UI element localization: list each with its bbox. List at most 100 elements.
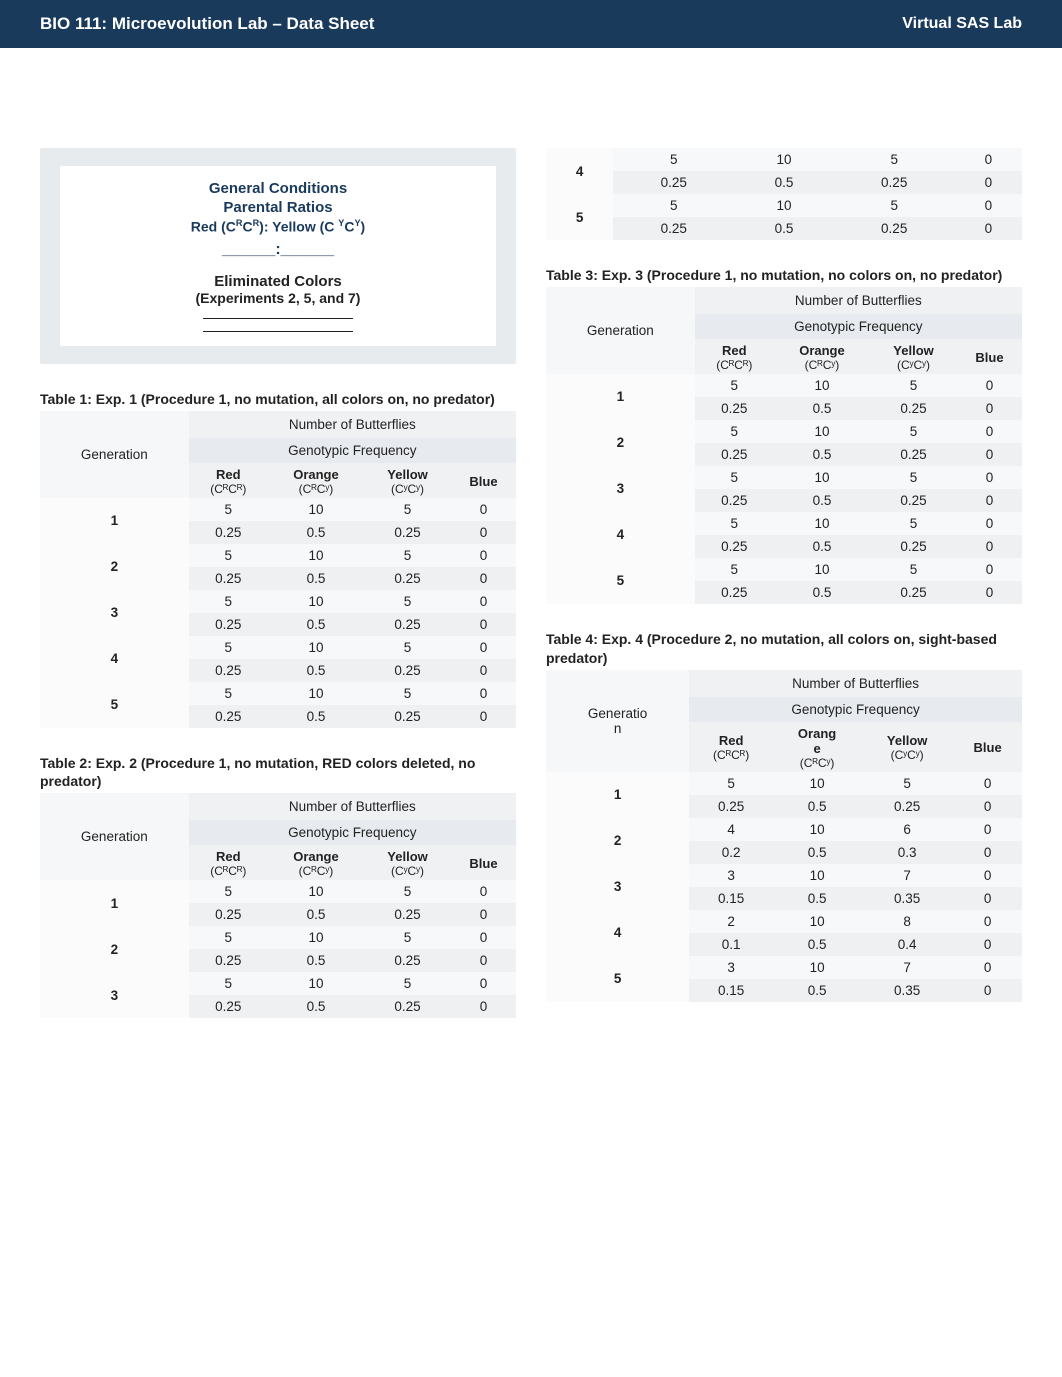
count-cell: 5 bbox=[613, 194, 734, 217]
count-cell: 0 bbox=[953, 910, 1022, 933]
freq-cell: 0.4 bbox=[861, 933, 953, 956]
count-cell: 10 bbox=[773, 910, 861, 933]
freq-cell: 0.25 bbox=[870, 535, 957, 558]
count-cell: 7 bbox=[861, 864, 953, 887]
count-cell: 5 bbox=[695, 558, 774, 581]
count-cell: 10 bbox=[734, 148, 834, 171]
formula-prefix: Red (C bbox=[191, 219, 236, 235]
count-cell: 5 bbox=[695, 512, 774, 535]
freq-cell: 0 bbox=[451, 903, 516, 926]
right-column: 4510500.250.50.2505510500.250.50.250 Tab… bbox=[546, 88, 1022, 1018]
freq-cell: 0 bbox=[957, 535, 1022, 558]
count-cell: 5 bbox=[695, 374, 774, 397]
generation-label: 1 bbox=[40, 498, 189, 544]
count-cell: 0 bbox=[953, 772, 1022, 795]
generation-label: 1 bbox=[40, 880, 189, 926]
colhead-red: Red(CᴿCᴿ) bbox=[189, 463, 268, 498]
num-butterflies-header: Number of Butterflies bbox=[689, 670, 1022, 697]
colhead-red-sub: (CᴿCᴿ) bbox=[699, 358, 770, 372]
freq-cell: 0.5 bbox=[268, 705, 364, 728]
table1: GenerationNumber of ButterfliesGenotypic… bbox=[40, 411, 516, 728]
generation-rowhead: Generation bbox=[40, 793, 189, 880]
colhead-red: Red(CᴿCᴿ) bbox=[689, 722, 773, 772]
freq-cell: 0.25 bbox=[695, 535, 774, 558]
generation-label: 4 bbox=[546, 512, 695, 558]
freq-cell: 0.35 bbox=[861, 887, 953, 910]
generation-label: 3 bbox=[40, 590, 189, 636]
conditions-title: General Conditions bbox=[70, 180, 486, 197]
freq-cell: 0.25 bbox=[364, 659, 451, 682]
count-cell: 5 bbox=[870, 420, 957, 443]
count-cell: 0 bbox=[953, 956, 1022, 979]
count-cell: 10 bbox=[773, 956, 861, 979]
count-cell: 0 bbox=[451, 926, 516, 949]
colhead-red-sub: (CᴿCᴿ) bbox=[193, 482, 264, 496]
freq-cell: 0 bbox=[957, 443, 1022, 466]
count-cell: 5 bbox=[189, 590, 268, 613]
generation-label: 5 bbox=[40, 682, 189, 728]
colhead-blue: Blue bbox=[451, 463, 516, 498]
freq-cell: 0.5 bbox=[268, 521, 364, 544]
generation-label: 2 bbox=[40, 926, 189, 972]
freq-cell: 0.25 bbox=[834, 217, 955, 240]
freq-cell: 0.25 bbox=[689, 795, 773, 818]
freq-cell: 0.5 bbox=[773, 841, 861, 864]
count-cell: 5 bbox=[364, 498, 451, 521]
page-header: BIO 111: Microevolution Lab – Data Sheet… bbox=[0, 0, 1062, 48]
generation-label: 2 bbox=[546, 420, 695, 466]
freq-cell: 0.25 bbox=[870, 443, 957, 466]
count-cell: 10 bbox=[773, 864, 861, 887]
freq-cell: 0.25 bbox=[364, 995, 451, 1018]
freq-cell: 0 bbox=[451, 949, 516, 972]
count-cell: 0 bbox=[955, 148, 1022, 171]
generation-label: 2 bbox=[40, 544, 189, 590]
count-cell: 0 bbox=[451, 498, 516, 521]
freq-cell: 0.25 bbox=[695, 581, 774, 604]
freq-cell: 0.25 bbox=[364, 521, 451, 544]
freq-cell: 0.25 bbox=[189, 949, 268, 972]
count-cell: 10 bbox=[268, 590, 364, 613]
conditions-inner: General Conditions Parental Ratios Red (… bbox=[60, 166, 496, 346]
eliminated-sub: (Experiments 2, 5, and 7) bbox=[70, 290, 486, 306]
freq-cell: 0 bbox=[957, 397, 1022, 420]
colhead-yellow-sub: (CʸCʸ) bbox=[368, 482, 447, 496]
count-cell: 5 bbox=[689, 772, 773, 795]
freq-cell: 0.5 bbox=[268, 949, 364, 972]
genotypic-freq-header: Genotypic Frequency bbox=[189, 438, 516, 463]
freq-cell: 0.25 bbox=[870, 397, 957, 420]
colhead-red-sub: (CᴿCᴿ) bbox=[193, 864, 264, 878]
count-cell: 0 bbox=[451, 682, 516, 705]
table2: GenerationNumber of ButterfliesGenotypic… bbox=[40, 793, 516, 1018]
count-cell: 5 bbox=[189, 972, 268, 995]
freq-cell: 0.5 bbox=[774, 535, 870, 558]
conditions-subtitle: Parental Ratios bbox=[70, 199, 486, 216]
count-cell: 10 bbox=[774, 420, 870, 443]
count-cell: 5 bbox=[613, 148, 734, 171]
num-butterflies-header: Number of Butterflies bbox=[189, 793, 516, 820]
freq-cell: 0.25 bbox=[364, 949, 451, 972]
count-cell: 5 bbox=[870, 512, 957, 535]
freq-cell: 0.25 bbox=[870, 581, 957, 604]
generation-rowhead: Generation bbox=[546, 287, 695, 374]
freq-cell: 0.25 bbox=[695, 397, 774, 420]
colhead-orange-sub: (CᴿCʸ) bbox=[272, 482, 360, 496]
count-cell: 5 bbox=[364, 636, 451, 659]
freq-cell: 0.25 bbox=[189, 521, 268, 544]
count-cell: 0 bbox=[451, 590, 516, 613]
colhead-orange: Orang e(CᴿCʸ) bbox=[773, 722, 861, 772]
genotypic-freq-header: Genotypic Frequency bbox=[695, 314, 1022, 339]
count-cell: 0 bbox=[953, 818, 1022, 841]
freq-cell: 0.5 bbox=[773, 795, 861, 818]
generation-label: 4 bbox=[546, 148, 613, 194]
conditions-formula: Red (CRCR): Yellow (C YCY) bbox=[70, 218, 486, 235]
freq-cell: 0.25 bbox=[189, 903, 268, 926]
freq-cell: 0.25 bbox=[189, 995, 268, 1018]
left-column: General Conditions Parental Ratios Red (… bbox=[40, 88, 516, 1018]
table2-continued: 4510500.250.50.2505510500.250.50.250 bbox=[546, 148, 1022, 240]
count-cell: 2 bbox=[689, 910, 773, 933]
freq-cell: 0 bbox=[451, 613, 516, 636]
freq-cell: 0.5 bbox=[268, 995, 364, 1018]
freq-cell: 0.15 bbox=[689, 887, 773, 910]
count-cell: 0 bbox=[957, 558, 1022, 581]
colhead-yellow: Yellow(CʸCʸ) bbox=[861, 722, 953, 772]
